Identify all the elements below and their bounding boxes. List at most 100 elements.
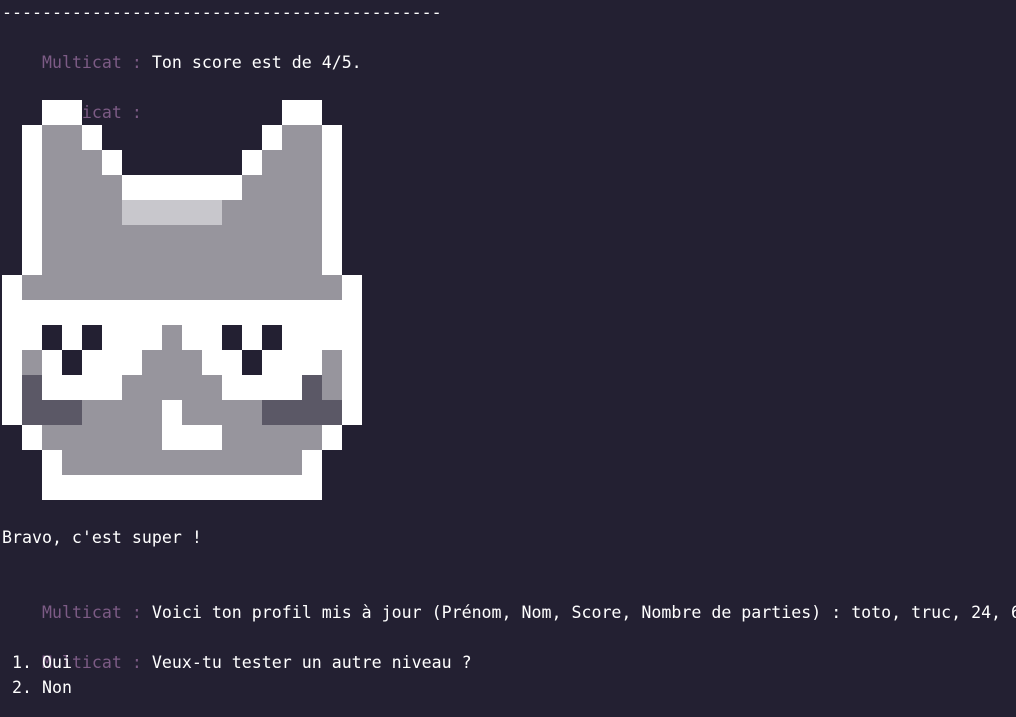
cat-pixel: [142, 325, 162, 350]
cat-pixel: [162, 375, 182, 400]
cat-pixel: [182, 250, 202, 275]
cat-pixel: [162, 475, 182, 500]
cat-pixel: [242, 250, 262, 275]
cat-pixel: [142, 450, 162, 475]
cat-pixel: [282, 450, 302, 475]
cat-pixel: [82, 175, 102, 200]
cat-pixel: [162, 450, 182, 475]
cat-pixel: [22, 175, 42, 200]
cat-pixel: [82, 350, 102, 375]
cat-pixel: [302, 250, 322, 275]
cat-pixel: [302, 350, 322, 375]
cat-pixel: [222, 300, 242, 325]
cat-pixel: [62, 375, 82, 400]
cat-pixel: [142, 200, 162, 225]
cat-pixel: [82, 450, 102, 475]
cat-pixel: [42, 275, 62, 300]
cat-pixel: [202, 325, 222, 350]
cat-pixel: [142, 275, 162, 300]
cat-pixel: [22, 275, 42, 300]
cat-pixel: [342, 325, 362, 350]
cat-pixel: [322, 175, 342, 200]
cat-pixel: [322, 275, 342, 300]
cat-pixel: [202, 225, 222, 250]
cat-pixel: [202, 450, 222, 475]
cat-pixel: [282, 175, 302, 200]
cat-pixel: [182, 425, 202, 450]
cat-pixel: [62, 350, 82, 375]
profile-message: Voici ton profil mis à jour (Prénom, Nom…: [151, 603, 1016, 622]
cat-pixel: [342, 350, 362, 375]
cat-pixel: [222, 275, 242, 300]
cat-pixel: [262, 300, 282, 325]
cat-pixel: [202, 400, 222, 425]
cat-pixel: [42, 175, 62, 200]
option-non[interactable]: 2. Non: [12, 675, 72, 700]
cat-pixel: [122, 300, 142, 325]
cat-pixel: [22, 250, 42, 275]
cat-pixel: [282, 475, 302, 500]
cat-pixel: [202, 475, 222, 500]
cat-pixel: [242, 450, 262, 475]
cat-pixel: [122, 375, 142, 400]
cat-pixel: [2, 350, 22, 375]
cat-pixel: [102, 225, 122, 250]
cat-pixel: [202, 375, 222, 400]
cat-pixel: [22, 150, 42, 175]
cat-pixel: [302, 150, 322, 175]
cat-pixel: [82, 475, 102, 500]
cat-pixel: [22, 125, 42, 150]
cat-pixel: [282, 275, 302, 300]
cat-pixel: [122, 400, 142, 425]
cat-pixel: [202, 425, 222, 450]
cat-pixel: [302, 275, 322, 300]
cat-pixel: [82, 125, 102, 150]
cat-pixel: [122, 200, 142, 225]
cat-pixel: [42, 225, 62, 250]
cat-pixel: [42, 300, 62, 325]
cat-pixel: [222, 350, 242, 375]
cat-pixel: [302, 125, 322, 150]
cat-pixel: [102, 250, 122, 275]
cat-pixel: [322, 400, 342, 425]
cat-pixel: [42, 350, 62, 375]
cat-pixel: [222, 450, 242, 475]
congrats-line: Bravo, c'est super !: [2, 528, 202, 547]
cat-pixel: [62, 250, 82, 275]
cat-pixel: [82, 325, 102, 350]
cat-pixel: [322, 425, 342, 450]
cat-pixel: [42, 450, 62, 475]
cat-pixel: [42, 425, 62, 450]
cat-pixel: [322, 150, 342, 175]
cat-pixel: [242, 175, 262, 200]
cat-pixel: [162, 200, 182, 225]
cat-pixel: [222, 175, 242, 200]
option-oui[interactable]: 1. Oui: [12, 650, 72, 675]
cat-pixel: [282, 100, 302, 125]
cat-pixel: [82, 200, 102, 225]
cat-pixel: [102, 350, 122, 375]
cat-pixel: [2, 300, 22, 325]
cat-pixel: [82, 275, 102, 300]
cat-pixel: [242, 475, 262, 500]
cat-pixel: [182, 200, 202, 225]
cat-pixel: [242, 225, 262, 250]
cat-pixel: [42, 125, 62, 150]
cat-pixel: [242, 325, 262, 350]
cat-pixel: [202, 175, 222, 200]
cat-pixel: [342, 400, 362, 425]
cat-pixel: [302, 450, 322, 475]
cat-pixel: [182, 325, 202, 350]
cat-pixel: [22, 400, 42, 425]
cat-pixel: [122, 275, 142, 300]
cat-pixel: [222, 200, 242, 225]
cat-pixel: [102, 425, 122, 450]
cat-pixel: [222, 225, 242, 250]
cat-pixel: [302, 375, 322, 400]
cat-pixel: [262, 325, 282, 350]
cat-pixel: [22, 300, 42, 325]
cat-pixel: [42, 475, 62, 500]
question-message: Veux-tu tester un autre niveau ?: [151, 653, 472, 672]
cat-pixel: [142, 175, 162, 200]
cat-pixel: [262, 350, 282, 375]
